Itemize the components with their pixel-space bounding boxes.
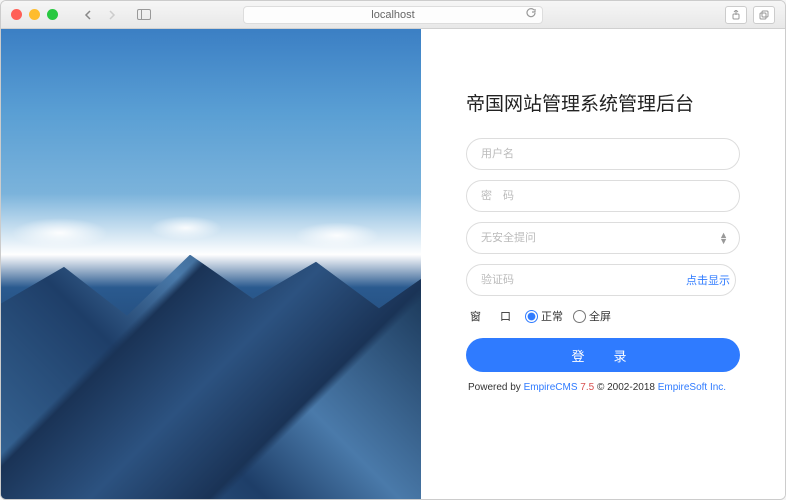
address-bar[interactable]: localhost (243, 6, 543, 24)
tabs-button[interactable] (753, 6, 775, 24)
footer-powered: Powered by (468, 382, 524, 393)
close-window-button[interactable] (11, 9, 22, 20)
footer-version: 7.5 (578, 382, 597, 393)
footer-product-link[interactable]: EmpireCMS (524, 382, 578, 393)
traffic-lights (11, 9, 58, 20)
radio-fullscreen-label: 全屏 (589, 308, 611, 324)
hero-image (1, 29, 421, 499)
window-mode-row: 窗 口 正常 全屏 (466, 308, 740, 324)
window-mode-label: 窗 口 (470, 308, 515, 324)
page-content: 帝国网站管理系统管理后台 无安全提问 ▲▼ 点击显示 窗 口 正常 (1, 29, 785, 499)
forward-button[interactable] (102, 6, 122, 24)
radio-normal[interactable]: 正常 (525, 308, 563, 324)
security-question-select[interactable]: 无安全提问 (466, 222, 740, 254)
footer-copyright: © 2002-2018 (597, 382, 658, 393)
radio-fullscreen-input[interactable] (573, 310, 586, 323)
login-button[interactable]: 登 录 (466, 338, 740, 372)
nav-buttons (78, 6, 122, 24)
maximize-window-button[interactable] (47, 9, 58, 20)
radio-fullscreen[interactable]: 全屏 (573, 308, 611, 324)
address-text: localhost (371, 9, 414, 21)
password-input[interactable] (466, 180, 740, 212)
browser-window: localhost 帝国网站管理系统管理后台 无安全提问 ▲▼ (0, 0, 786, 500)
sidebar-toggle-icon[interactable] (134, 6, 154, 24)
minimize-window-button[interactable] (29, 9, 40, 20)
login-panel: 帝国网站管理系统管理后台 无安全提问 ▲▼ 点击显示 窗 口 正常 (421, 29, 785, 499)
captcha-row: 点击显示 (466, 264, 740, 296)
reload-icon[interactable] (526, 8, 536, 21)
title-bar: localhost (1, 1, 785, 29)
share-button[interactable] (725, 6, 747, 24)
footer-text: Powered by EmpireCMS 7.5 © 2002-2018 Emp… (466, 382, 740, 393)
radio-normal-input[interactable] (525, 310, 538, 323)
footer-company-link[interactable]: EmpireSoft Inc. (658, 382, 726, 393)
security-question-select-wrap: 无安全提问 ▲▼ (466, 222, 740, 254)
back-button[interactable] (78, 6, 98, 24)
username-input[interactable] (466, 138, 740, 170)
captcha-show-link[interactable]: 点击显示 (676, 264, 740, 296)
login-title: 帝国网站管理系统管理后台 (466, 89, 740, 116)
radio-normal-label: 正常 (541, 308, 563, 324)
toolbar-right (725, 6, 775, 24)
